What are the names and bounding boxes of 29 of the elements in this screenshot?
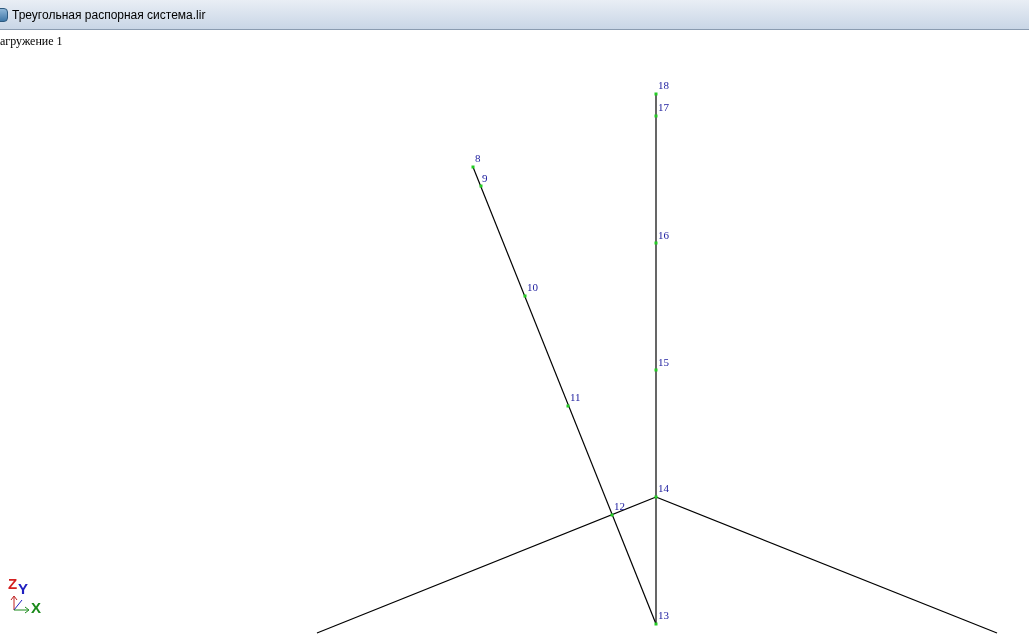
node-number: 15 [658, 356, 669, 368]
node-number: 10 [527, 281, 538, 293]
node-number: 8 [475, 152, 481, 164]
node-point [654, 368, 658, 372]
node-point [523, 294, 527, 298]
node-point [654, 622, 658, 626]
axis-label: Z [8, 575, 18, 592]
window-title: Треугольная распорная система.lir [12, 6, 206, 24]
node-point [471, 165, 475, 169]
load-case-label: агружение 1 [0, 33, 63, 50]
node-number: 16 [658, 229, 669, 241]
file-icon [0, 7, 8, 22]
node-point [610, 513, 614, 517]
node-point [479, 184, 483, 188]
axis-triad-icon [10, 595, 30, 614]
node-number: 14 [658, 482, 669, 494]
node-point [566, 404, 570, 408]
node-point [654, 241, 658, 245]
node-point [654, 114, 658, 118]
node-number: 11 [570, 391, 581, 403]
axis-label: X [31, 599, 41, 616]
axis-label: Y [18, 580, 28, 597]
node-number: 18 [658, 79, 669, 91]
node-point [654, 495, 658, 499]
node-number: 12 [614, 500, 625, 512]
node-point [654, 92, 658, 96]
node-number: 9 [482, 172, 488, 184]
node-number: 13 [658, 609, 669, 621]
node-number: 17 [658, 101, 669, 113]
